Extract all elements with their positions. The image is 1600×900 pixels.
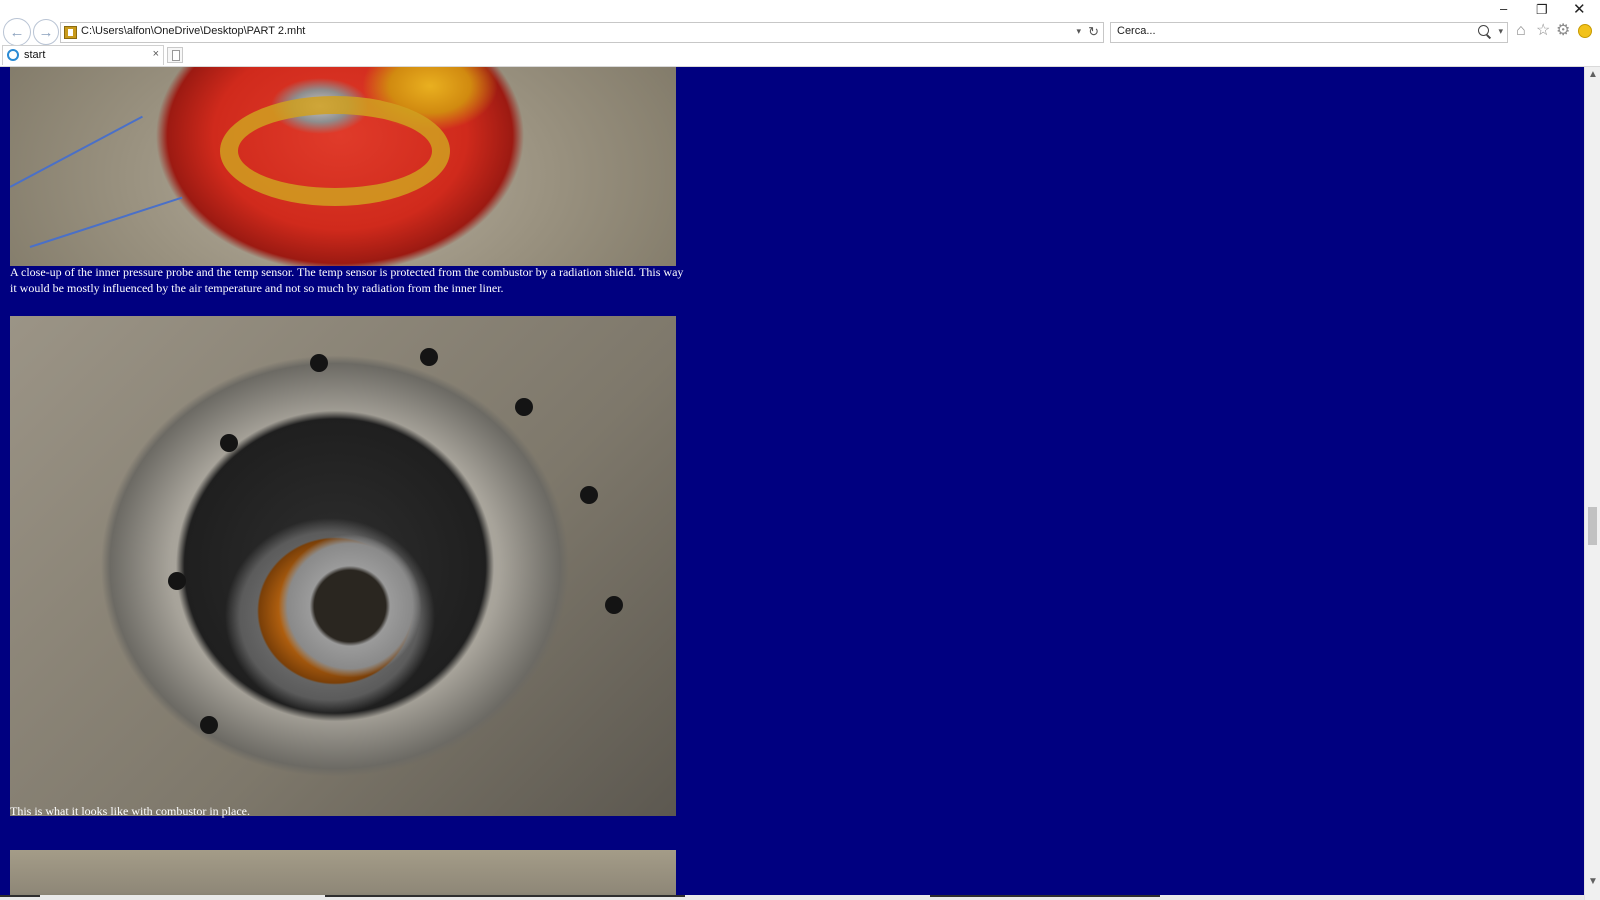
gear-icon[interactable]: ⚙ [1556,23,1570,39]
photo-detail [200,716,218,734]
photo-detail [220,96,450,206]
back-button[interactable]: ← [3,18,31,46]
photo-detail [29,196,183,248]
caption: This is what it looks like with combusto… [10,804,250,818]
photo-detail [10,115,143,188]
browser-window: ← → C:\Users\alfon\OneDrive\Desktop\PART… [0,0,1600,900]
photo-next-partial [10,850,676,900]
bottom-border-segment [0,895,40,897]
page-icon [64,26,77,39]
minimize-icon[interactable]: – [1500,2,1507,15]
photo-detail [605,596,623,614]
refresh-icon[interactable]: ↻ [1088,24,1099,40]
star-icon[interactable]: ☆ [1536,23,1550,39]
bottom-border-segment [930,895,1160,897]
browser-chrome: ← → C:\Users\alfon\OneDrive\Desktop\PART… [0,0,1600,67]
forward-button[interactable]: → [33,19,59,45]
vertical-scrollbar[interactable]: ▲ ▼ [1584,67,1600,900]
search-dropdown-icon[interactable]: ▾ [1498,26,1503,37]
photo-detail [515,398,533,416]
scroll-up-arrow-icon[interactable]: ▲ [1585,67,1600,83]
photo-combustor-in-place [10,316,676,816]
restore-icon[interactable]: ❐ [1536,3,1548,16]
address-text[interactable]: C:\Users\alfon\OneDrive\Desktop\PART 2.m… [81,25,305,37]
tab-start[interactable]: start × [2,45,164,65]
tab-close-icon[interactable]: × [153,48,159,60]
photo-inner-pressure-probe-and-temp-sensor [10,67,676,266]
page-content: A close-up of the inner pressure probe a… [0,67,1584,900]
photo-detail [310,354,328,372]
caption: A close-up of the inner pressure probe a… [10,265,684,295]
photo-detail [420,348,438,366]
photo-detail [220,434,238,452]
search-input[interactable]: Cerca... [1117,25,1156,37]
address-dropdown-icon[interactable]: ▾ [1076,26,1081,37]
back-arrow-icon: ← [9,23,25,41]
smiley-icon[interactable] [1578,24,1592,38]
search-icon[interactable] [1478,25,1489,36]
address-bar[interactable]: C:\Users\alfon\OneDrive\Desktop\PART 2.m… [60,22,1104,43]
scroll-down-arrow-icon[interactable]: ▼ [1585,874,1600,890]
ie-icon [7,49,19,61]
photo-detail [580,486,598,504]
photo-detail [168,572,186,590]
tab-label: start [24,49,46,61]
forward-arrow-icon: → [38,23,54,41]
search-bar[interactable]: Cerca... ▾ [1110,22,1508,43]
bottom-border-segment [325,895,685,897]
scroll-thumb[interactable] [1588,507,1597,545]
home-icon[interactable]: ⌂ [1516,23,1526,39]
bottom-border [0,895,1584,900]
close-icon[interactable]: ✕ [1573,2,1586,17]
new-tab-button[interactable] [167,47,183,63]
